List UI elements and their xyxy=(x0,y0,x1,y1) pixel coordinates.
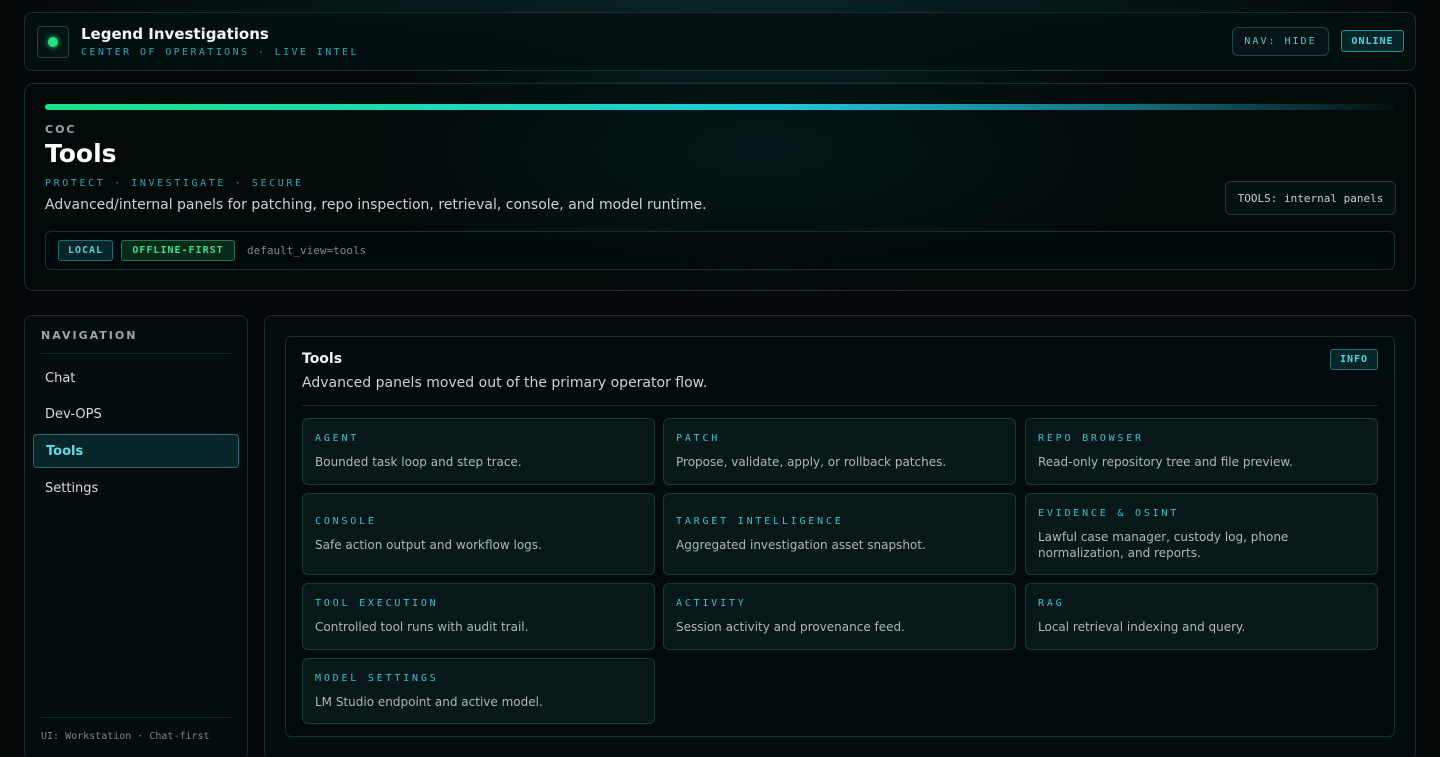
tool-card-name: REPO BROWSER xyxy=(1038,433,1144,444)
status-dot-icon xyxy=(48,37,58,47)
info-badge[interactable]: INFO xyxy=(1330,349,1378,370)
tool-card-description: Aggregated investigation asset snapshot. xyxy=(676,537,926,552)
tools-panel: Tools Advanced panels moved out of the p… xyxy=(285,336,1395,737)
tool-card-description: Propose, validate, apply, or rollback pa… xyxy=(676,455,947,469)
app-title: Legend Investigations xyxy=(81,25,269,43)
hero-description: Advanced/internal panels for patching, r… xyxy=(45,197,707,213)
sidebar-item-dev-ops[interactable]: Dev-OPS xyxy=(33,397,239,431)
panel-title: Tools xyxy=(302,351,343,367)
status-indicator xyxy=(37,26,69,58)
tool-card-model-settings[interactable]: MODEL SETTINGS LM Studio endpoint and ac… xyxy=(302,658,655,724)
sidebar: NAVIGATION Chat Dev-OPS Tools Settings U… xyxy=(24,315,248,757)
tool-card-description: Safe action output and workflow logs. xyxy=(315,537,542,552)
top-bar: Legend Investigations CENTER OF OPERATIO… xyxy=(24,12,1416,71)
tool-card-name: PATCH xyxy=(676,433,721,444)
tool-card-description: Lawful case manager, custody log, phone … xyxy=(1038,529,1289,560)
tool-card-evidence-osint[interactable]: EVIDENCE & OSINT Lawful case manager, cu… xyxy=(1025,493,1378,575)
offline-first-badge: OFFLINE-FIRST xyxy=(121,240,235,261)
sidebar-item-chat[interactable]: Chat xyxy=(33,361,239,395)
default-view-label: default_view=tools xyxy=(247,244,367,257)
tool-card-name: TARGET INTELLIGENCE xyxy=(676,515,844,527)
tool-card-description: Bounded task loop and step trace. xyxy=(315,455,522,469)
tool-card-patch[interactable]: PATCH Propose, validate, apply, or rollb… xyxy=(663,418,1016,485)
sidebar-divider xyxy=(41,353,231,354)
tools-chip: TOOLS: internal panels xyxy=(1225,181,1396,215)
nav-toggle-button[interactable]: NAV: HIDE xyxy=(1232,27,1329,56)
hero-section: COC Tools PROTECT · INVESTIGATE · SECURE… xyxy=(24,83,1416,291)
sidebar-item-settings[interactable]: Settings xyxy=(33,471,239,505)
tool-card-description: Controlled tool runs with audit trail. xyxy=(315,620,529,634)
tool-card-name: MODEL SETTINGS xyxy=(315,672,439,684)
hero-accent-bar xyxy=(45,104,1395,110)
tool-card-rag[interactable]: RAG Local retrieval indexing and query. xyxy=(1025,583,1378,650)
sidebar-item-tools[interactable]: Tools xyxy=(33,434,239,468)
tool-card-description: Session activity and provenance feed. xyxy=(676,620,905,634)
panel-divider xyxy=(302,405,1378,406)
tool-card-description: Local retrieval indexing and query. xyxy=(1038,620,1246,634)
local-badge: LOCAL xyxy=(58,240,113,261)
app-subtitle: CENTER OF OPERATIONS · LIVE INTEL xyxy=(81,47,359,58)
hero-eyebrow: COC xyxy=(45,123,77,136)
tool-card-agent[interactable]: AGENT Bounded task loop and step trace. xyxy=(302,418,655,485)
tool-card-repo-browser[interactable]: REPO BROWSER Read-only repository tree a… xyxy=(1025,418,1378,485)
tool-card-activity[interactable]: ACTIVITY Session activity and provenance… xyxy=(663,583,1016,650)
tool-card-tool-execution[interactable]: TOOL EXECUTION Controlled tool runs with… xyxy=(302,583,655,650)
tool-card-description: Read-only repository tree and file previ… xyxy=(1038,455,1293,469)
sidebar-footer-divider xyxy=(41,717,231,718)
tool-card-name: TOOL EXECUTION xyxy=(315,598,439,609)
tool-card-console[interactable]: CONSOLE Safe action output and workflow … xyxy=(302,493,655,575)
tool-card-name: AGENT xyxy=(315,433,360,444)
sidebar-footer: UI: Workstation · Chat-first xyxy=(41,731,210,742)
hero-tag-row: LOCAL OFFLINE-FIRST default_view=tools xyxy=(45,231,1395,270)
hero-tagline: PROTECT · INVESTIGATE · SECURE xyxy=(45,178,304,189)
tool-card-name: CONSOLE xyxy=(315,515,377,527)
tool-card-name: EVIDENCE & OSINT xyxy=(1038,507,1180,519)
tool-card-description: LM Studio endpoint and active model. xyxy=(315,694,543,709)
tool-card-name: ACTIVITY xyxy=(676,598,747,609)
tool-card-target-intelligence[interactable]: TARGET INTELLIGENCE Aggregated investiga… xyxy=(663,493,1016,575)
sidebar-title: NAVIGATION xyxy=(41,329,138,342)
panel-description: Advanced panels moved out of the primary… xyxy=(302,375,708,391)
online-status-badge: ONLINE xyxy=(1341,30,1404,52)
main-content: Tools Advanced panels moved out of the p… xyxy=(264,315,1416,757)
tool-card-name: RAG xyxy=(1038,598,1065,609)
page-title: Tools xyxy=(45,139,117,168)
